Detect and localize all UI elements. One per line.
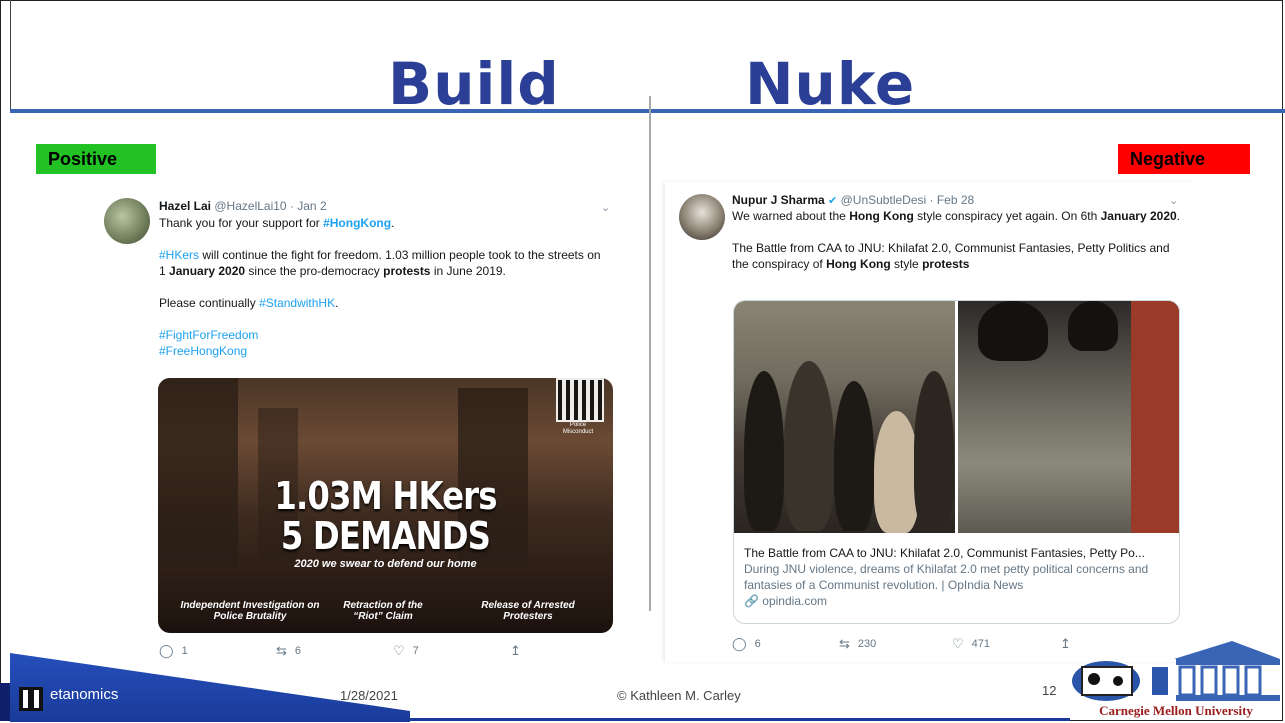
hashtag-link[interactable]: #StandwithHK bbox=[259, 296, 335, 310]
cmu-ideas-logo: Carnegie Mellon University bbox=[1062, 637, 1284, 721]
image-headline: 1.03M HKers bbox=[274, 474, 497, 518]
reply-button[interactable]: ◯ 6 bbox=[732, 636, 839, 652]
link-card-domain: 🔗 opindia.com bbox=[744, 594, 828, 608]
tweet-header: Nupur J Sharma ✔ @UnSubtleDesi · Feb 28 bbox=[732, 192, 1182, 209]
tweet-paragraph: Please continually #StandwithHK. bbox=[159, 296, 339, 310]
retweet-button[interactable]: ⇆ 230 bbox=[839, 636, 952, 652]
image-demand: Independent Investigation on Police Brut… bbox=[180, 600, 320, 622]
chevron-down-icon[interactable]: ⌄ bbox=[1169, 193, 1178, 209]
reply-icon: ◯ bbox=[159, 643, 174, 658]
image-headline: 5 DEMANDS bbox=[280, 514, 491, 558]
heart-icon: ♡ bbox=[393, 643, 405, 658]
verified-badge-icon: ✔ bbox=[828, 195, 838, 207]
share-icon: ↥ bbox=[510, 643, 521, 658]
negative-label: Negative bbox=[1118, 144, 1250, 174]
tweet-paragraph: #HKers will continue the fight for freed… bbox=[159, 248, 601, 278]
cmu-text: Carnegie Mellon University bbox=[1099, 703, 1253, 718]
like-button[interactable]: ♡ 7 bbox=[393, 643, 510, 659]
netanomics-logo-text: etanomics bbox=[50, 686, 119, 703]
retweet-icon: ⇆ bbox=[276, 643, 287, 658]
tweet-paragraph: We warned about the Hong Kong style cons… bbox=[732, 209, 1181, 223]
heart-icon: ♡ bbox=[952, 636, 964, 651]
qr-label: Police Misconduct bbox=[562, 422, 594, 435]
reply-button[interactable]: ◯ 1 bbox=[159, 643, 276, 659]
title-rule bbox=[10, 109, 1285, 113]
retweet-button[interactable]: ⇆ 6 bbox=[276, 643, 393, 659]
retweet-icon: ⇆ bbox=[839, 636, 850, 651]
like-button[interactable]: ♡ 471 bbox=[952, 636, 1060, 652]
link-card-text: The Battle from CAA to JNU: Khilafat 2.0… bbox=[744, 545, 1169, 609]
share-button[interactable]: ↥ bbox=[510, 643, 521, 659]
footer-copyright: © Kathleen M. Carley bbox=[617, 688, 741, 703]
netanomics-logo-icon bbox=[19, 687, 43, 711]
image-demand: Retraction of the “Riot” Claim bbox=[343, 600, 423, 622]
link-card[interactable]: The Battle from CAA to JNU: Khilafat 2.0… bbox=[733, 300, 1180, 624]
image-demand: Release of Arrested Protesters bbox=[481, 600, 575, 622]
chevron-down-icon[interactable]: ⌄ bbox=[601, 200, 610, 216]
author-name[interactable]: Nupur J Sharma bbox=[732, 193, 825, 207]
author-handle[interactable]: @HazelLai10 · Jan 2 bbox=[214, 199, 326, 213]
title-nuke: Nuke bbox=[745, 50, 916, 118]
author-handle[interactable]: @UnSubtleDesi · Feb 28 bbox=[841, 193, 975, 207]
image-subline: 2020 we swear to defend our home bbox=[294, 558, 477, 570]
hashtag-link[interactable]: #FightForFreedom bbox=[159, 327, 609, 343]
reply-icon: ◯ bbox=[732, 636, 747, 651]
tweet-body: We warned about the Hong Kong style cons… bbox=[732, 208, 1182, 272]
tweet-header: Hazel Lai @HazelLai10 · Jan 2 bbox=[159, 198, 609, 214]
left-border-line bbox=[10, 0, 11, 110]
tweet-paragraph: The Battle from CAA to JNU: Khilafat 2.0… bbox=[732, 241, 1170, 271]
link-card-photo bbox=[734, 301, 955, 533]
link-card-title: The Battle from CAA to JNU: Khilafat 2.0… bbox=[744, 546, 1145, 560]
avatar[interactable] bbox=[679, 194, 725, 240]
tweet-actions: ◯ 1 ⇆ 6 ♡ 7 ↥ bbox=[159, 643, 609, 659]
qr-code bbox=[556, 378, 604, 422]
tweet-body: Thank you for your support for #HongKong… bbox=[159, 215, 609, 359]
hashtag-link[interactable]: #HKers bbox=[159, 248, 199, 262]
tweet-line: Thank you for your support for #HongKong… bbox=[159, 216, 395, 230]
center-divider bbox=[649, 96, 651, 611]
link-icon: 🔗 bbox=[744, 594, 759, 608]
title-build: Build bbox=[388, 50, 560, 118]
slide-number: 12 bbox=[1042, 683, 1057, 698]
link-card-photo bbox=[958, 301, 1179, 533]
footer-date: 1/28/2021 bbox=[340, 688, 398, 703]
footer-line bbox=[10, 718, 1070, 721]
hashtag-link[interactable]: #HongKong bbox=[323, 216, 391, 230]
link-card-description: During JNU violence, dreams of Khilafat … bbox=[744, 562, 1149, 592]
positive-label: Positive bbox=[36, 144, 156, 174]
hashtag-link[interactable]: #FreeHongKong bbox=[159, 343, 609, 359]
avatar[interactable] bbox=[104, 198, 150, 244]
tweet-image-hk-protest[interactable]: Police Misconduct 1.03M HKers 5 DEMANDS … bbox=[158, 378, 613, 633]
author-name[interactable]: Hazel Lai bbox=[159, 199, 211, 213]
ideas-logo-icon bbox=[1072, 641, 1280, 701]
